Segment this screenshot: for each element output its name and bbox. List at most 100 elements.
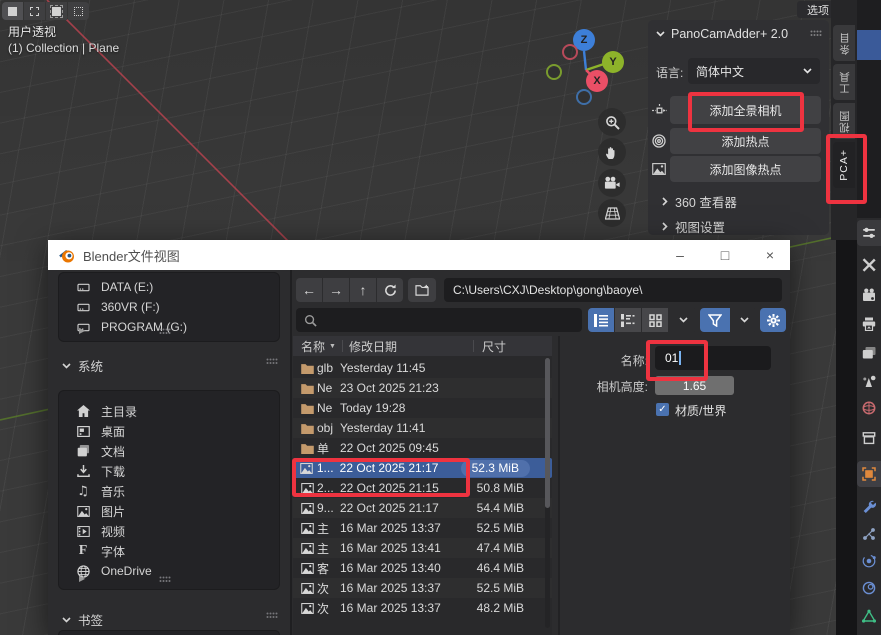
add-image-hotspot-button[interactable]: 添加图像热点 — [670, 156, 821, 182]
properties-tab-output[interactable] — [857, 311, 881, 337]
display-options-dropdown[interactable] — [669, 308, 697, 332]
gizmo-axis-y[interactable]: Y — [602, 51, 624, 73]
file-row[interactable]: 单22 Oct 2025 09:45 — [293, 438, 552, 458]
gizmo-axis-x[interactable]: X — [586, 70, 608, 92]
camera-view-button[interactable] — [598, 169, 626, 197]
file-row[interactable]: 1...22 Oct 2025 21:1752.3 MiB — [293, 458, 552, 478]
camera-height-field[interactable]: 1.65 — [655, 376, 734, 395]
panel-header[interactable]: PanoCamAdder+ 2.0 — [656, 27, 788, 41]
sidebar-tab-item[interactable]: 条目 — [833, 25, 855, 61]
back-button[interactable]: ← — [296, 278, 322, 302]
display-vertical-list-button[interactable] — [588, 308, 614, 332]
properties-tab-object-data[interactable] — [857, 603, 881, 629]
column-divider[interactable] — [473, 340, 474, 352]
system-item-视频[interactable]: 视频 — [59, 521, 279, 541]
grip-icon[interactable] — [159, 576, 171, 583]
file-row[interactable]: 主16 Mar 2025 13:4147.4 MiB — [293, 538, 552, 558]
file-row[interactable]: 2...22 Oct 2025 21:1550.8 MiB — [293, 478, 552, 498]
sidebar-tab-tool[interactable]: 工具 — [833, 64, 855, 100]
file-row[interactable]: 主16 Mar 2025 13:3752.5 MiB — [293, 518, 552, 538]
dialog-titlebar[interactable]: Blender文件视图 – □ × — [48, 240, 790, 270]
section-360-viewer[interactable]: 360 查看器 — [662, 192, 737, 211]
file-row[interactable]: 9...22 Oct 2025 21:1754.4 MiB — [293, 498, 552, 518]
scrollbar-thumb[interactable] — [545, 358, 550, 508]
forward-button[interactable]: → — [323, 278, 349, 302]
select-tweak-button[interactable] — [2, 2, 23, 20]
file-row[interactable]: NeToday 19:28 — [293, 398, 552, 418]
pan-tool-button[interactable] — [598, 138, 626, 166]
display-detail-list-button[interactable] — [615, 308, 641, 332]
language-select[interactable]: 简体中文 — [688, 58, 820, 84]
system-item-图片[interactable]: 图片 — [59, 501, 279, 521]
zoom-tool-button[interactable] — [598, 108, 626, 136]
column-date[interactable]: 修改日期 — [349, 338, 467, 355]
section-view-settings[interactable]: 视图设置 — [662, 217, 725, 236]
system-item-主目录[interactable]: 主目录 — [59, 401, 279, 421]
add-pano-camera-button[interactable]: 添加全景相机 — [670, 96, 821, 124]
system-item-桌面[interactable]: 桌面 — [59, 421, 279, 441]
system-item-音乐[interactable]: ♫音乐 — [59, 481, 279, 501]
maximize-button[interactable]: □ — [705, 240, 745, 270]
select-box-button[interactable] — [24, 2, 45, 20]
system-item-文档[interactable]: 文档 — [59, 441, 279, 461]
grid-view-button[interactable] — [598, 199, 626, 227]
properties-tab-constraints[interactable] — [857, 575, 881, 601]
bookmarks-section-header[interactable]: 书签 — [62, 610, 103, 629]
filename-input[interactable]: 01 — [655, 346, 771, 370]
outliner-selected-row[interactable] — [857, 30, 881, 60]
properties-tab-object[interactable] — [857, 461, 881, 487]
volume-item[interactable]: DATA (E:) — [59, 277, 279, 297]
column-divider[interactable] — [342, 340, 343, 352]
path-field[interactable]: C:\Users\CXJ\Desktop\gong\baoye\ — [444, 278, 782, 302]
new-folder-button[interactable] — [408, 278, 436, 302]
sidebar-tab-pca[interactable]: PCA+ — [833, 142, 855, 188]
file-row[interactable]: 次16 Mar 2025 13:3748.2 MiB — [293, 598, 552, 618]
expand-arrow-icon[interactable]: ▶ — [79, 326, 85, 335]
properties-tab-collection[interactable] — [857, 425, 881, 451]
minimize-button[interactable]: – — [660, 240, 700, 270]
properties-tab-modifiers[interactable] — [857, 493, 881, 519]
close-button[interactable]: × — [750, 240, 790, 270]
gizmo-axis-negative[interactable] — [562, 44, 578, 60]
properties-tab-scene[interactable] — [857, 368, 881, 394]
filter-button[interactable] — [700, 308, 730, 332]
up-button[interactable]: ↑ — [350, 278, 376, 302]
select-lasso-button[interactable] — [68, 2, 89, 20]
gizmo-axis-negative[interactable] — [576, 89, 592, 105]
select-circle-button[interactable] — [46, 2, 67, 20]
filter-options-dropdown[interactable] — [731, 308, 757, 332]
properties-tab-world[interactable] — [857, 395, 881, 421]
file-row[interactable]: 客16 Mar 2025 13:4046.4 MiB — [293, 558, 552, 578]
properties-tab-particles[interactable] — [857, 521, 881, 547]
sidebar-divider[interactable] — [290, 270, 292, 635]
add-hotspot-button[interactable]: 添加热点 — [670, 128, 821, 154]
grip-icon[interactable] — [266, 612, 278, 619]
column-size[interactable]: 尺寸 — [482, 338, 506, 355]
properties-tab-active-tool[interactable] — [857, 252, 881, 278]
expand-arrow-icon[interactable]: ▶ — [79, 574, 85, 583]
file-list-scrollbar[interactable] — [545, 358, 550, 628]
grip-icon[interactable] — [159, 328, 171, 335]
volume-item[interactable]: 360VR (F:) — [59, 297, 279, 317]
properties-tab-physics[interactable] — [857, 548, 881, 574]
file-row[interactable]: glbYesterday 11:45 — [293, 358, 552, 378]
panel-grip-icon[interactable] — [810, 30, 822, 37]
settings-button[interactable] — [760, 308, 786, 332]
column-name[interactable]: 名称 — [301, 338, 325, 355]
system-item-字体[interactable]: F字体 — [59, 541, 279, 561]
search-input[interactable] — [296, 308, 582, 332]
material-world-checkbox[interactable]: ✓ — [656, 403, 669, 416]
file-row[interactable]: Ne23 Oct 2025 21:23 — [293, 378, 552, 398]
system-item-下载[interactable]: 下载 — [59, 461, 279, 481]
gizmo-axis-negative[interactable] — [546, 64, 562, 80]
system-section-header[interactable]: 系统 — [62, 356, 103, 375]
sidebar-tab-view[interactable]: 视图 — [833, 103, 855, 139]
file-row[interactable]: 次16 Mar 2025 13:3752.5 MiB — [293, 578, 552, 598]
file-row[interactable]: objYesterday 11:41 — [293, 418, 552, 438]
properties-tab-render[interactable] — [857, 282, 881, 308]
grip-icon[interactable] — [266, 358, 278, 365]
refresh-button[interactable] — [377, 278, 403, 302]
properties-tab-tool-settings[interactable] — [857, 220, 881, 246]
display-thumbnail-button[interactable] — [642, 308, 668, 332]
properties-tab-view-layer[interactable] — [857, 340, 881, 366]
